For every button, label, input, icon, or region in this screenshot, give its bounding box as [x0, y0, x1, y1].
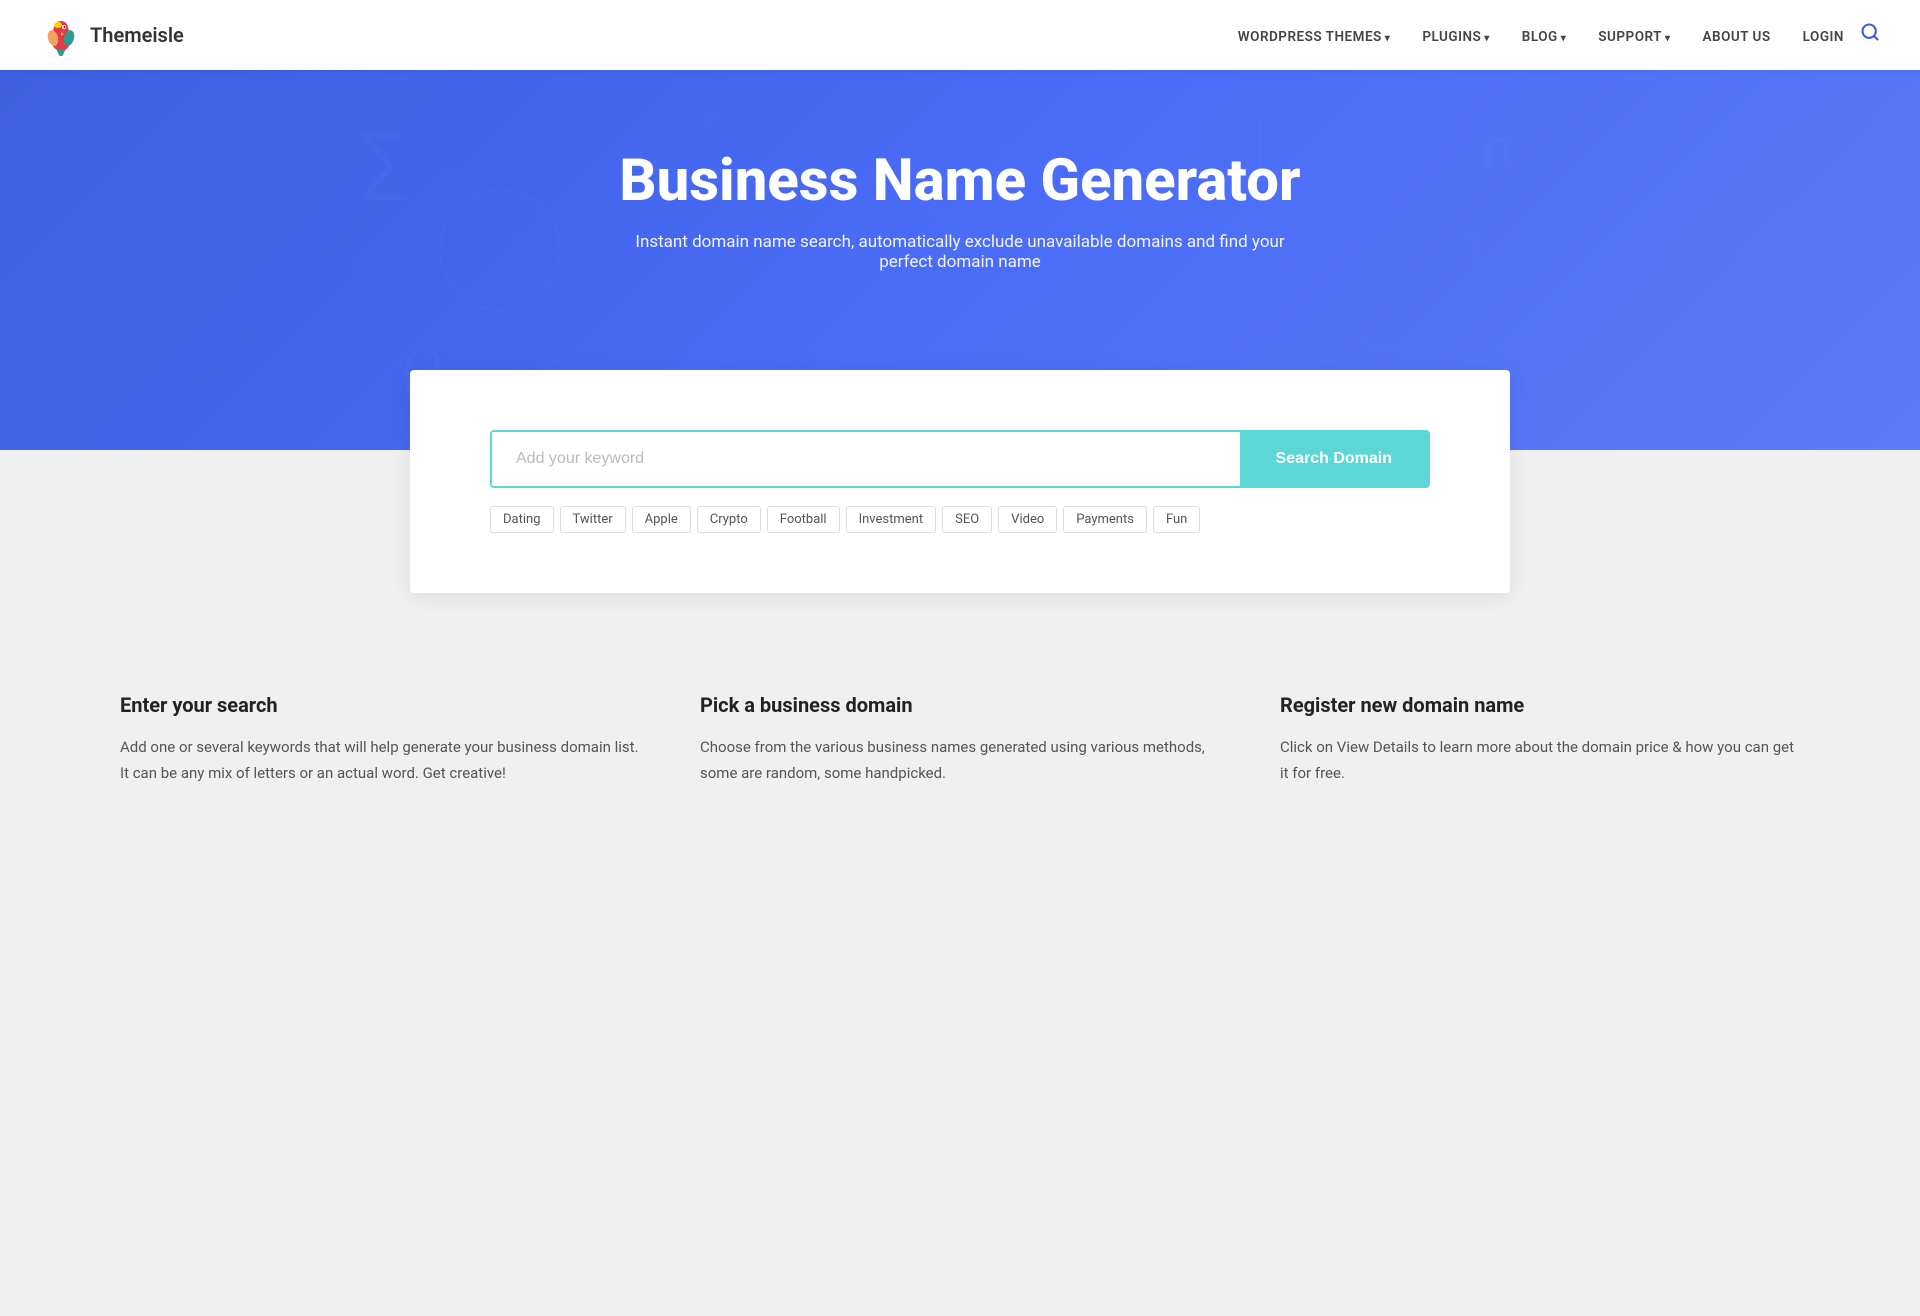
- svg-text:≠: ≠: [700, 93, 722, 140]
- tag-seo[interactable]: SEO: [942, 506, 992, 533]
- tag-fun[interactable]: Fun: [1153, 506, 1200, 533]
- nav-support[interactable]: SUPPORT: [1598, 29, 1670, 45]
- tag-video[interactable]: Video: [998, 506, 1057, 533]
- info-heading-search: Enter your search: [120, 693, 640, 717]
- info-block-pick: Pick a business domain Choose from the v…: [700, 693, 1220, 786]
- search-card-wrapper: Search Domain Dating Twitter Apple Crypt…: [0, 450, 1920, 633]
- nav-links: WORDPRESS THEMES PLUGINS BLOG SUPPORT AB…: [1238, 26, 1844, 45]
- nav-about-us[interactable]: ABOUT US: [1702, 29, 1770, 45]
- tags-row: Dating Twitter Apple Crypto Football Inv…: [490, 506, 1430, 533]
- tag-football[interactable]: Football: [767, 506, 840, 533]
- search-icon-button[interactable]: [1860, 22, 1880, 48]
- info-block-search: Enter your search Add one or several key…: [120, 693, 640, 786]
- svg-text:π: π: [1480, 114, 1516, 185]
- search-domain-button[interactable]: Search Domain: [1240, 432, 1428, 486]
- info-heading-register: Register new domain name: [1280, 693, 1800, 717]
- tag-crypto[interactable]: Crypto: [697, 506, 761, 533]
- info-section: Enter your search Add one or several key…: [0, 633, 1920, 866]
- nav-login[interactable]: LOGIN: [1803, 29, 1844, 45]
- tag-apple[interactable]: Apple: [632, 506, 691, 533]
- tag-twitter[interactable]: Twitter: [560, 506, 626, 533]
- logo-text: Themeisle: [90, 23, 184, 47]
- tag-investment[interactable]: Investment: [846, 506, 937, 533]
- tag-payments[interactable]: Payments: [1063, 506, 1147, 533]
- logo-icon: [40, 14, 82, 56]
- tag-dating[interactable]: Dating: [490, 506, 554, 533]
- nav-blog[interactable]: BLOG: [1522, 29, 1566, 45]
- nav-plugins[interactable]: PLUGINS: [1422, 29, 1489, 45]
- hero-subtitle: Instant domain name search, automaticall…: [610, 232, 1310, 272]
- keyword-input[interactable]: [492, 432, 1240, 486]
- info-body-search: Add one or several keywords that will he…: [120, 735, 640, 786]
- nav-wordpress-themes[interactable]: WORDPRESS THEMES: [1238, 29, 1391, 45]
- search-icon: [1860, 22, 1880, 42]
- search-card: Search Domain Dating Twitter Apple Crypt…: [410, 370, 1510, 593]
- search-row: Search Domain: [490, 430, 1430, 488]
- svg-text:∑: ∑: [360, 116, 407, 210]
- info-body-register: Click on View Details to learn more abou…: [1280, 735, 1800, 786]
- logo-link[interactable]: Themeisle: [40, 14, 184, 56]
- info-block-register: Register new domain name Click on View D…: [1280, 693, 1800, 786]
- hero-title: Business Name Generator: [619, 150, 1300, 214]
- info-body-pick: Choose from the various business names g…: [700, 735, 1220, 786]
- navbar: Themeisle WORDPRESS THEMES PLUGINS BLOG …: [0, 0, 1920, 70]
- info-heading-pick: Pick a business domain: [700, 693, 1220, 717]
